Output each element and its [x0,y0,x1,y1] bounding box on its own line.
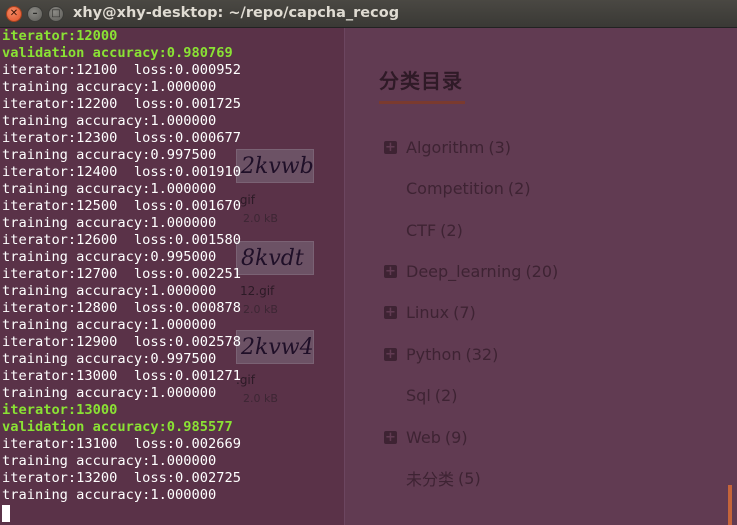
category-count: (2) [507,178,531,198]
category-name: 未分类 [406,470,455,489]
terminal-line: training accuracy:0.997500 [2,351,217,367]
terminal-line: iterator:12400 loss:0.001910 [2,164,241,180]
terminal-line: iterator:12200 loss:0.001725 [2,96,241,112]
expand-plus-icon[interactable]: + [384,430,397,444]
terminal-line: iterator:12500 loss:0.001670 [2,198,241,214]
terminal-line-highlight: iterator:12000 [2,28,118,44]
window-controls: ✕ – □ [6,6,64,22]
category-name: Linux [406,302,450,322]
category-name: Algorithm [406,137,485,157]
terminal-line: iterator:13200 loss:0.002725 [2,470,241,486]
thumbnail-size: 2.0 kB [243,212,278,225]
terminal-line: iterator:12600 loss:0.001580 [2,232,241,248]
category-count: (32) [465,344,499,364]
category-count: (5) [458,468,481,488]
terminal-line: training accuracy:1.000000 [2,453,217,469]
terminal-line: training accuracy:1.000000 [2,283,217,299]
category-name: Python [406,344,462,364]
category-name: Deep_learning [406,261,522,281]
terminal-line: training accuracy:1.000000 [2,487,217,503]
expand-plus-icon[interactable]: + [384,264,397,278]
captcha-thumbnail: 2kvwb1 [236,149,314,183]
category-item[interactable]: + Linux (7) [384,301,476,323]
thumbnail-size: 2.0 kB [243,392,278,405]
terminal-line: iterator:12700 loss:0.002251 [2,266,241,282]
captcha-thumbnail: 8kvdt [236,241,314,275]
terminal-cursor [2,505,10,522]
terminal-line: iterator:12300 loss:0.000677 [2,130,241,146]
thumbnail-filename: 12.gif [240,284,275,298]
terminal-output: iterator:12000 validation accuracy:0.980… [2,28,241,504]
category-heading: 分类目录 [379,69,463,93]
category-item[interactable]: + Web (9) [384,426,468,448]
terminal-line: iterator:12900 loss:0.002578 [2,334,241,350]
category-item[interactable]: + Algorithm (3) [384,136,511,158]
close-button[interactable]: ✕ [6,6,22,22]
category-name: Web [406,427,441,447]
terminal-line: iterator:12100 loss:0.000952 [2,62,241,78]
terminal-line: training accuracy:0.995000 [2,249,217,265]
terminal-line-highlight: iterator:13000 [2,402,118,418]
terminal-line: training accuracy:1.000000 [2,113,217,129]
category-item[interactable]: + Deep_learning (20) [384,260,558,282]
category-count: (2) [434,385,458,405]
category-count: (20) [525,261,559,281]
expand-plus-icon[interactable]: + [384,347,397,361]
category-name: Sql [406,385,431,405]
minimize-button[interactable]: – [27,6,43,22]
category-name: CTF [406,220,437,240]
terminal-line: training accuracy:1.000000 [2,181,217,197]
category-item[interactable]: + Python (32) [384,343,498,365]
thumbnail-size: 2.0 kB [243,303,278,316]
terminal-line-highlight: validation accuracy:0.980769 [2,45,233,61]
category-item[interactable]: 未分类 (5) [384,467,481,490]
terminal-line: training accuracy:0.997500 [2,147,217,163]
category-item[interactable]: Competition (2) [384,177,531,199]
window-title: xhy@xhy-desktop: ~/repo/capcha_recog [73,5,400,21]
terminal-line: iterator:12800 loss:0.000878 [2,300,241,316]
category-count: (9) [444,427,468,447]
terminal-line: training accuracy:1.000000 [2,317,217,333]
category-count: (3) [488,137,512,157]
terminal-line: iterator:13100 loss:0.002669 [2,436,241,452]
terminal-line: training accuracy:1.000000 [2,215,217,231]
window-titlebar[interactable]: ✕ – □ xhy@xhy-desktop: ~/repo/capcha_rec… [0,0,737,28]
maximize-button[interactable]: □ [48,6,64,22]
expand-plus-icon[interactable]: + [384,140,397,154]
terminal-line-highlight: validation accuracy:0.985577 [2,419,233,435]
category-count: (7) [453,302,476,322]
category-heading-underline [379,101,465,104]
scrollbar-edge [728,485,732,525]
captcha-thumbnail: 2kvw4l [236,330,314,364]
expand-plus-icon[interactable]: + [384,305,397,319]
terminal-line: iterator:13000 loss:0.001271 [2,368,241,384]
terminal-area[interactable]: 2kvwb1 .gif 2.0 kB 8kvdt 12.gif 2.0 kB 2… [0,28,737,525]
category-item[interactable]: CTF (2) [384,219,463,241]
terminal-line: training accuracy:1.000000 [2,385,217,401]
category-count: (2) [440,220,463,240]
category-name: Competition [406,178,504,198]
terminal-line: training accuracy:1.000000 [2,79,217,95]
category-item[interactable]: Sql (2) [384,384,457,406]
